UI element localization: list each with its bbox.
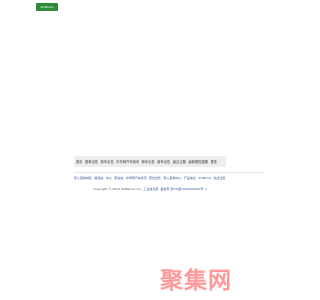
footer-link[interactable]: SkiBarns [198, 176, 211, 180]
footer-links: 导入其他域名 精选站 中心 聚合站 中华网汽车资讯 聚合出售 导入其他中心 产品… [74, 174, 264, 182]
footer-link[interactable]: 精选站 [94, 176, 103, 180]
nav-item[interactable]: 中华网汽车资讯 [116, 159, 139, 164]
nav-item[interactable]: 最近主题 [173, 159, 186, 164]
footer-link[interactable]: 导入其他域名 [74, 176, 92, 180]
footer-link[interactable]: 产品信息 [184, 176, 196, 180]
watermark-text: 聚集网 [160, 268, 232, 294]
nav-item-home[interactable]: 首页 [76, 159, 83, 164]
nav-item[interactable]: 新车出售 [101, 159, 114, 164]
icp-link[interactable]: 工业信息部 [143, 187, 158, 191]
icp-number-link[interactable]: 备案号 京ICP备1000000000号 -1 [160, 187, 207, 191]
nav-item-more[interactable]: 更多 [211, 159, 218, 164]
footer-divider [74, 171, 264, 173]
footer-link[interactable]: 导入其他中心 [163, 176, 181, 180]
nav-item[interactable]: 最新搭档搜集 [188, 159, 208, 164]
copyright-row: Copyright © 2024 SkiBarns.com 工业信息部 备案号 … [0, 186, 300, 192]
watermark-logo: 聚集网 [160, 270, 232, 293]
nav-item[interactable]: 新车出售 [157, 159, 170, 164]
site-logo[interactable]: SkiBarns [36, 3, 58, 11]
main-nav: 首页 推荐出售 新车出售 中华网汽车资讯 新车出售 新车出售 最近主题 最新搭档… [74, 156, 226, 167]
footer-link[interactable]: 站点出售 [214, 176, 226, 180]
footer-link[interactable]: 聚合站 [114, 176, 123, 180]
nav-item[interactable]: 推荐出售 [85, 159, 98, 164]
footer-link[interactable]: 中华网汽车资讯 [126, 176, 147, 180]
footer-link[interactable]: 聚合出售 [149, 176, 161, 180]
footer-link[interactable]: 中心 [106, 176, 112, 180]
copyright-text: Copyright © 2024 SkiBarns.com [92, 187, 142, 191]
nav-item[interactable]: 新车出售 [142, 159, 155, 164]
